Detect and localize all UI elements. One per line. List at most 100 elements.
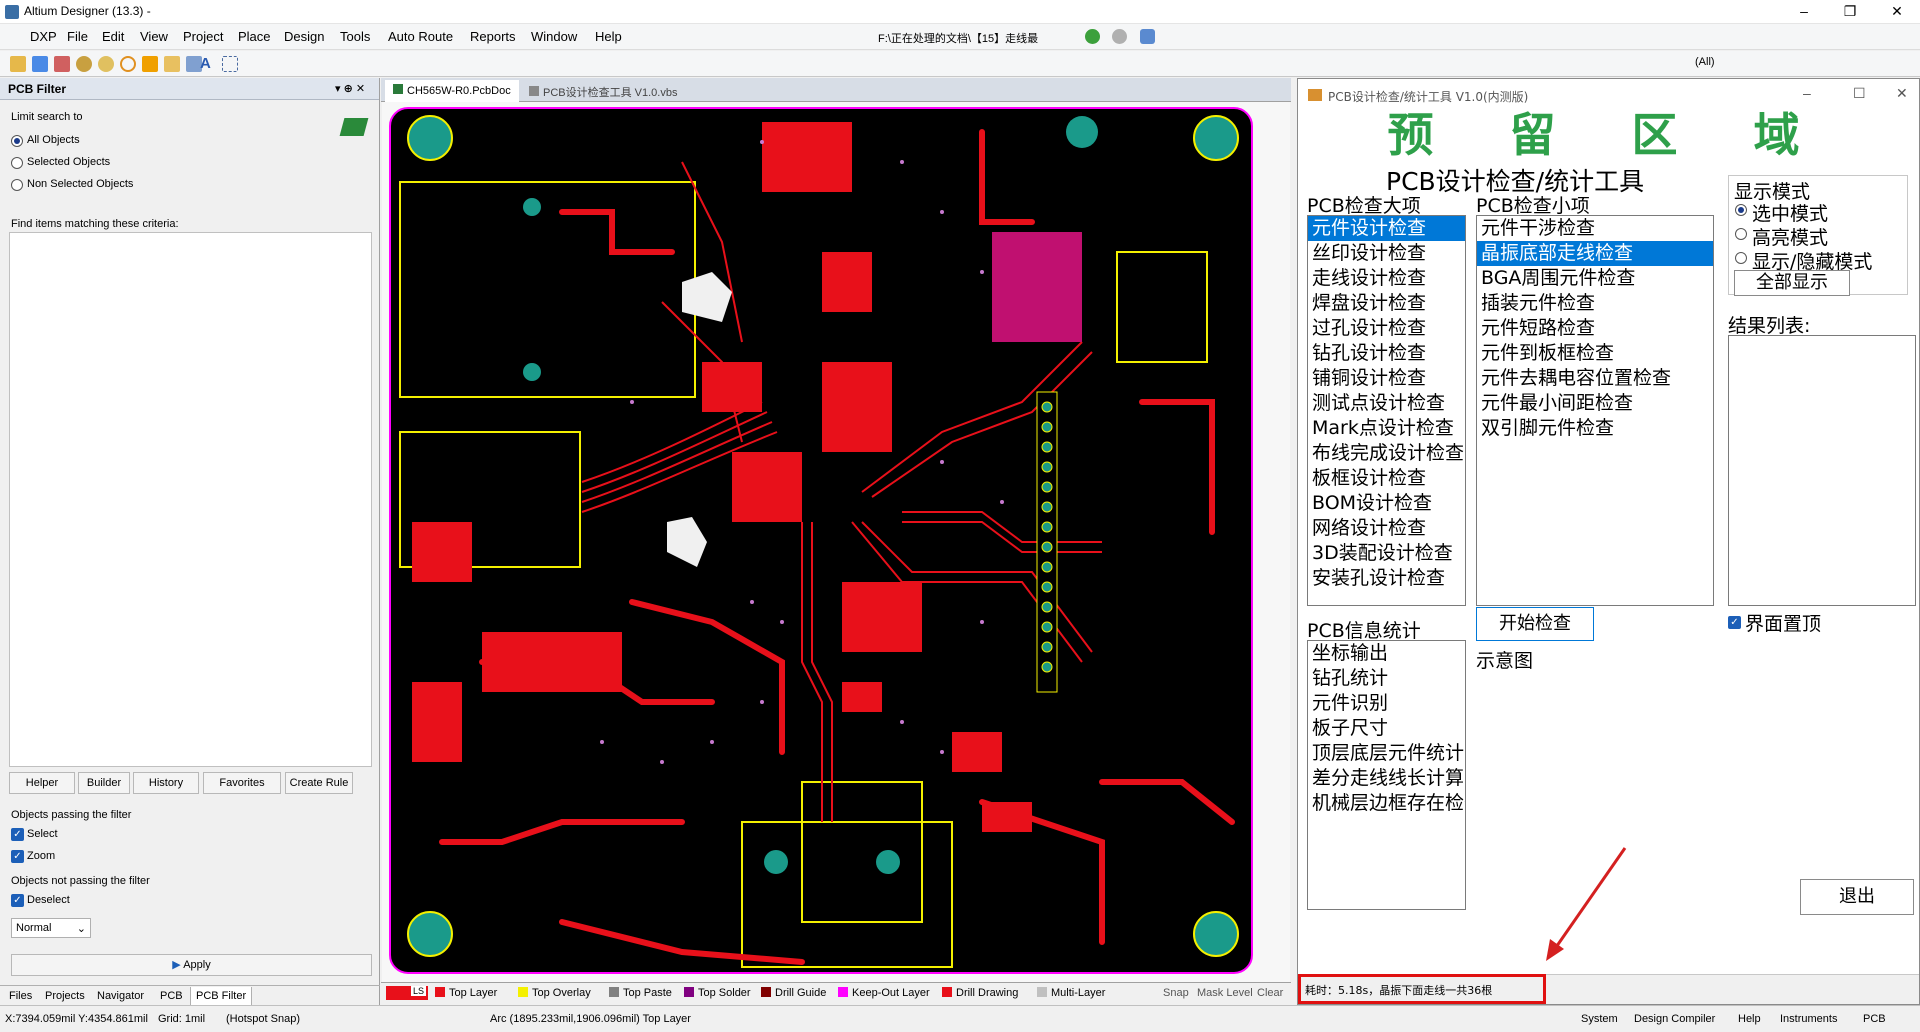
scope-all-label[interactable]: All Objects bbox=[27, 134, 80, 146]
snap-button[interactable]: Snap bbox=[1163, 987, 1189, 999]
minor-item[interactable]: 元件干涉检查 bbox=[1477, 216, 1713, 241]
mask-level-button[interactable]: Mask Level bbox=[1197, 987, 1253, 999]
tab-vbs[interactable]: PCB设计检查工具 V1.0.vbs bbox=[521, 80, 685, 102]
menu-tools[interactable]: Tools bbox=[340, 29, 370, 44]
display-highlight-label[interactable]: 高亮模式 bbox=[1752, 223, 1828, 250]
pcb-board-drawing[interactable] bbox=[382, 102, 1290, 982]
minor-item[interactable]: 元件去耦电容位置检查 bbox=[1477, 366, 1713, 391]
minor-item[interactable]: 元件短路检查 bbox=[1477, 316, 1713, 341]
display-toggle-radio[interactable] bbox=[1735, 252, 1747, 264]
path-field[interactable]: F:\正在处理的文档\【15】走线最 bbox=[878, 27, 1073, 47]
tab-pcb-filter[interactable]: PCB Filter bbox=[190, 987, 253, 1006]
minor-item[interactable]: 双引脚元件检查 bbox=[1477, 416, 1713, 441]
pad-icon[interactable] bbox=[76, 56, 92, 72]
display-select-radio[interactable] bbox=[1735, 204, 1747, 216]
layer-drill-guide[interactable]: Drill Guide bbox=[761, 987, 826, 999]
result-list[interactable] bbox=[1728, 335, 1916, 606]
exit-button[interactable]: 退出 bbox=[1800, 879, 1914, 915]
major-item[interactable]: 安装孔设计检查 bbox=[1308, 566, 1465, 591]
tab-pcbdoc[interactable]: CH565W-R0.PcbDoc bbox=[385, 80, 519, 102]
layer-keep-out[interactable]: Keep-Out Layer bbox=[838, 987, 930, 999]
diff-pair-icon[interactable] bbox=[54, 56, 70, 72]
mode-select[interactable]: Normal ⌄ bbox=[11, 918, 91, 938]
major-item[interactable]: BOM设计检查 bbox=[1308, 491, 1465, 516]
select-label[interactable]: Select bbox=[27, 828, 58, 840]
menu-file[interactable]: File bbox=[67, 29, 88, 44]
tab-files[interactable]: Files bbox=[9, 990, 32, 1002]
close-button[interactable]: ✕ bbox=[1874, 0, 1920, 24]
major-item[interactable]: 丝印设计检查 bbox=[1308, 241, 1465, 266]
array-icon[interactable] bbox=[222, 56, 238, 72]
favorites-button[interactable]: Favorites bbox=[203, 772, 281, 794]
layer-top-solder[interactable]: Top Solder bbox=[684, 987, 751, 999]
clear-button[interactable]: Clear bbox=[1257, 987, 1283, 999]
minor-item[interactable]: 插装元件检查 bbox=[1477, 291, 1713, 316]
menu-dxp[interactable]: DXP bbox=[30, 29, 57, 44]
tab-navigator[interactable]: Navigator bbox=[97, 990, 144, 1002]
scope-selected-radio[interactable] bbox=[11, 157, 23, 169]
info-item[interactable]: 顶层底层元件统计 bbox=[1308, 741, 1465, 766]
tab-instruments[interactable]: Instruments bbox=[1780, 1013, 1837, 1025]
minor-item[interactable]: 元件最小间距检查 bbox=[1477, 391, 1713, 416]
layer-top-paste[interactable]: Top Paste bbox=[609, 987, 672, 999]
layer-top-overlay[interactable]: Top Overlay bbox=[518, 987, 591, 999]
minor-item[interactable]: BGA周围元件检查 bbox=[1477, 266, 1713, 291]
on-top-label[interactable]: 界面置顶 bbox=[1745, 609, 1821, 636]
layer-drill-drawing[interactable]: Drill Drawing bbox=[942, 987, 1018, 999]
menu-auto-route[interactable]: Auto Route bbox=[388, 29, 453, 44]
layer-multi-layer[interactable]: Multi-Layer bbox=[1037, 987, 1105, 999]
string-icon[interactable]: A bbox=[200, 56, 216, 72]
apply-button[interactable]: ▶ Apply bbox=[11, 954, 372, 976]
deselect-label[interactable]: Deselect bbox=[27, 894, 70, 906]
pcb-canvas[interactable] bbox=[382, 102, 1290, 982]
zoom-label[interactable]: Zoom bbox=[27, 850, 55, 862]
interactive-route-icon[interactable] bbox=[32, 56, 48, 72]
pin-icon[interactable]: ▾ ⊕ ✕ bbox=[335, 82, 365, 95]
home-icon[interactable] bbox=[1140, 29, 1155, 44]
deselect-checkbox[interactable]: ✓ bbox=[11, 894, 24, 907]
minimize-button[interactable]: – bbox=[1781, 0, 1827, 24]
tab-pcb[interactable]: PCB bbox=[160, 990, 183, 1002]
back-icon[interactable] bbox=[1085, 29, 1100, 44]
major-item[interactable]: 板框设计检查 bbox=[1308, 466, 1465, 491]
create-rule-button[interactable]: Create Rule bbox=[285, 772, 353, 794]
scope-nonselected-radio[interactable] bbox=[11, 179, 23, 191]
start-check-button[interactable]: 开始检查 bbox=[1476, 607, 1594, 641]
major-item[interactable]: 网络设计检查 bbox=[1308, 516, 1465, 541]
maximize-button[interactable]: ❐ bbox=[1827, 0, 1873, 24]
menu-edit[interactable]: Edit bbox=[102, 29, 124, 44]
menu-design[interactable]: Design bbox=[284, 29, 324, 44]
menu-view[interactable]: View bbox=[140, 29, 168, 44]
minor-list[interactable]: 元件干涉检查 晶振底部走线检查 BGA周围元件检查 插装元件检查 元件短路检查 … bbox=[1476, 215, 1714, 606]
layer-top-layer[interactable]: Top Layer bbox=[435, 987, 497, 999]
major-item[interactable]: Mark点设计检查 bbox=[1308, 416, 1465, 441]
major-item[interactable]: 元件设计检查 bbox=[1308, 216, 1465, 241]
helper-button[interactable]: Helper bbox=[9, 772, 75, 794]
tab-help[interactable]: Help bbox=[1738, 1013, 1761, 1025]
tab-projects[interactable]: Projects bbox=[45, 990, 85, 1002]
forward-icon[interactable] bbox=[1112, 29, 1127, 44]
arc-icon[interactable] bbox=[120, 56, 136, 72]
menu-reports[interactable]: Reports bbox=[470, 29, 516, 44]
major-item[interactable]: 3D装配设计检查 bbox=[1308, 541, 1465, 566]
major-item[interactable]: 布线完成设计检查 bbox=[1308, 441, 1465, 466]
dialog-maximize-button[interactable]: ☐ bbox=[1853, 85, 1866, 102]
major-item[interactable]: 钻孔设计检查 bbox=[1308, 341, 1465, 366]
info-item[interactable]: 板子尺寸 bbox=[1308, 716, 1465, 741]
dialog-close-button[interactable]: ✕ bbox=[1896, 85, 1908, 102]
fill-icon[interactable] bbox=[142, 56, 158, 72]
major-item[interactable]: 铺铜设计检查 bbox=[1308, 366, 1465, 391]
query-editor[interactable] bbox=[9, 232, 372, 767]
major-item[interactable]: 焊盘设计检查 bbox=[1308, 291, 1465, 316]
scope-all-radio[interactable] bbox=[11, 135, 23, 147]
display-select-label[interactable]: 选中模式 bbox=[1752, 199, 1828, 226]
show-all-button[interactable]: 全部显示 bbox=[1734, 270, 1850, 296]
route-icon[interactable] bbox=[10, 56, 26, 72]
info-item[interactable]: 坐标输出 bbox=[1308, 641, 1465, 666]
scope-nonselected-label[interactable]: Non Selected Objects bbox=[27, 178, 133, 190]
major-item[interactable]: 走线设计检查 bbox=[1308, 266, 1465, 291]
info-item[interactable]: 钻孔统计 bbox=[1308, 666, 1465, 691]
major-item[interactable]: 测试点设计检查 bbox=[1308, 391, 1465, 416]
info-item[interactable]: 差分走线线长计算 bbox=[1308, 766, 1465, 791]
zoom-checkbox[interactable]: ✓ bbox=[11, 850, 24, 863]
